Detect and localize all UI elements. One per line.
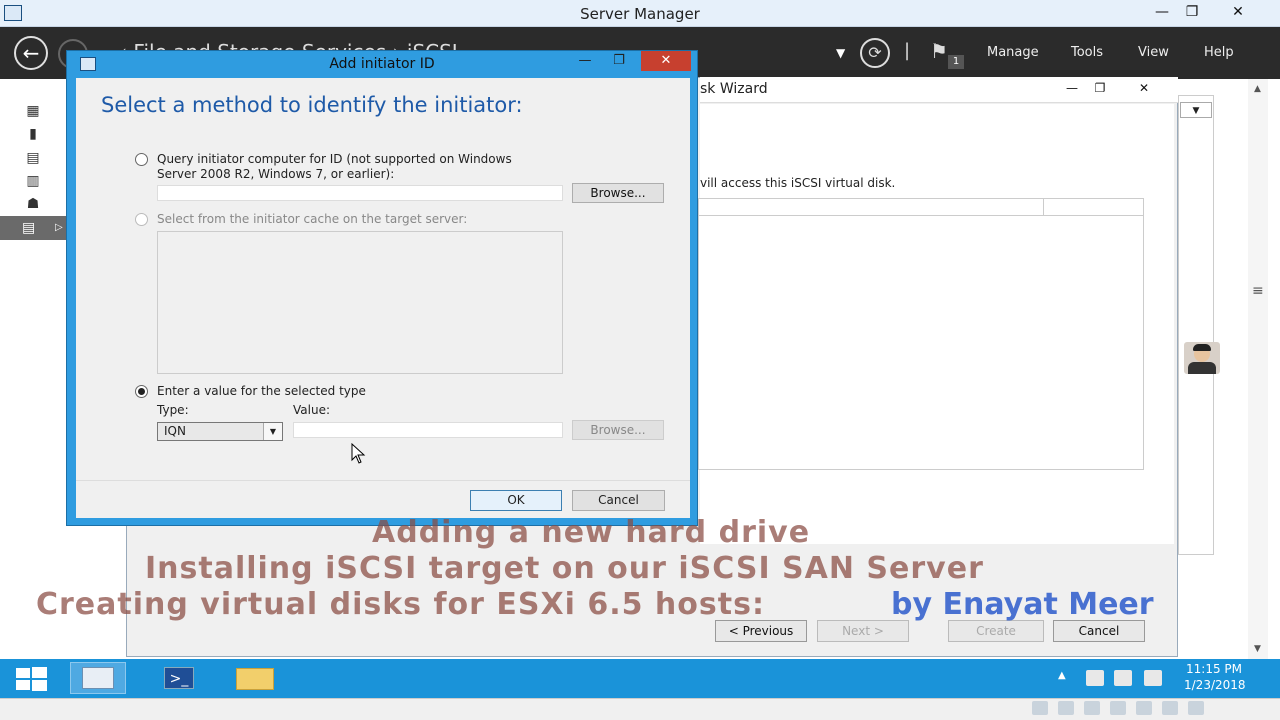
caption-byline: by Enayat Meer — [891, 587, 1154, 622]
usb-icon — [1110, 701, 1126, 715]
wizard-cancel-button[interactable]: Cancel — [1053, 620, 1145, 642]
maximize-button[interactable]: ❐ — [1170, 0, 1214, 24]
menu-tools[interactable]: Tools — [1071, 45, 1103, 60]
wizard-maximize-button[interactable]: ❐ — [1078, 78, 1122, 98]
hdd-icon — [1032, 701, 1048, 715]
initiator-table[interactable] — [698, 198, 1144, 470]
previous-button[interactable]: < Previous — [715, 620, 807, 642]
local-server-icon[interactable]: ▮ — [22, 126, 44, 142]
file-services-icon[interactable]: ▥ — [22, 173, 44, 189]
table-column-divider — [1043, 198, 1044, 216]
flag-icon[interactable]: ⚑ — [930, 39, 948, 63]
query-computer-radio[interactable] — [135, 153, 148, 166]
enter-value-label: Enter a value for the selected type — [157, 384, 366, 398]
dialog-heading: Select a method to identify the initiato… — [101, 93, 523, 117]
clock-time[interactable]: 11:15 PM — [1186, 662, 1242, 676]
initiator-table-header — [698, 198, 1144, 216]
all-servers-icon[interactable]: ▤ — [22, 150, 44, 166]
chevron-down-icon[interactable]: ▼ — [836, 46, 845, 60]
menu-view[interactable]: View — [1138, 45, 1169, 60]
caption-line-3: Creating virtual disks for ESXi 6.5 host… — [36, 587, 765, 622]
clock-date[interactable]: 1/23/2018 — [1184, 678, 1246, 692]
wizard-title: sk Wizard — [700, 81, 768, 97]
mouse-pointer-icon — [351, 443, 366, 464]
next-button[interactable]: Next > — [817, 620, 909, 642]
cancel-button[interactable]: Cancel — [572, 490, 665, 511]
avatar-body — [1188, 362, 1216, 374]
scrollbar[interactable] — [1248, 79, 1268, 659]
wizard-close-button[interactable]: ✕ — [1122, 78, 1166, 98]
file-storage-icon: ▤ — [22, 220, 36, 236]
initiator-cache-list[interactable] — [157, 231, 563, 374]
sound-icon — [1162, 701, 1178, 715]
browse-value-button[interactable]: Browse... — [572, 420, 664, 440]
chevron-down-icon[interactable]: ▼ — [263, 423, 282, 440]
caption-line-1: Adding a new hard drive — [372, 515, 811, 550]
dialog-close-button[interactable]: ✕ — [641, 51, 691, 71]
scroll-up-icon[interactable]: ▲ — [1254, 84, 1261, 94]
query-computer-label-line2: Server 2008 R2, Windows 7, or earlier): — [157, 167, 395, 181]
browse-computer-button[interactable]: Browse... — [572, 183, 664, 203]
optical-drive-icon — [1084, 701, 1100, 715]
back-arrow-icon[interactable]: ← — [14, 36, 48, 70]
refresh-icon[interactable]: ⟳ — [860, 38, 890, 68]
network-adapter-icon — [1058, 701, 1074, 715]
scroll-grip-icon[interactable]: ≡ — [1252, 283, 1264, 299]
iis-icon[interactable]: ☗ — [22, 196, 44, 212]
initiator-cache-radio[interactable] — [135, 213, 148, 226]
server-manager-taskbar-icon — [82, 667, 114, 689]
create-button[interactable]: Create — [948, 620, 1044, 642]
caption-line-2: Installing iSCSI target on our iSCSI SAN… — [145, 551, 984, 586]
query-computer-label-line1: Query initiator computer for ID (not sup… — [157, 152, 512, 166]
windows-start-icon[interactable] — [14, 666, 48, 692]
chevron-down-icon[interactable]: ▼ — [1180, 102, 1212, 118]
message-icon — [1188, 701, 1204, 715]
dashboard-icon[interactable]: ▦ — [22, 103, 44, 119]
window-title: Server Manager — [580, 5, 700, 23]
dialog-minimize-button[interactable]: — — [568, 51, 602, 71]
ok-button[interactable]: OK — [470, 490, 562, 511]
close-button[interactable]: ✕ — [1216, 0, 1260, 24]
expand-arrow-icon[interactable]: ▷ — [55, 222, 63, 233]
notification-count-badge: 1 — [948, 55, 964, 69]
query-computer-input[interactable] — [157, 185, 563, 201]
volume-muted-icon[interactable] — [1144, 670, 1162, 686]
show-hidden-icons-icon[interactable]: ▲ — [1058, 670, 1066, 681]
right-panel — [1178, 95, 1214, 555]
printer-icon — [1136, 701, 1152, 715]
menu-help[interactable]: Help — [1204, 45, 1234, 60]
action-center-icon[interactable] — [1086, 670, 1104, 686]
nav-separator: | — [904, 40, 911, 61]
avatar-hair — [1193, 344, 1211, 351]
file-explorer-icon[interactable] — [236, 668, 274, 690]
value-input[interactable] — [293, 422, 563, 438]
radio-selected-dot — [138, 388, 145, 395]
type-label: Type: — [157, 403, 189, 417]
initiator-cache-label: Select from the initiator cache on the t… — [157, 212, 468, 226]
menu-manage[interactable]: Manage — [987, 45, 1039, 60]
wizard-instruction-text: vill access this iSCSI virtual disk. — [700, 176, 896, 190]
value-label: Value: — [293, 403, 330, 417]
scroll-down-icon[interactable]: ▼ — [1254, 644, 1261, 654]
sidebar — [0, 79, 70, 659]
network-icon[interactable] — [1114, 670, 1132, 686]
dialog-maximize-button[interactable]: ❐ — [602, 51, 636, 71]
powershell-icon[interactable]: >_ — [164, 667, 194, 689]
